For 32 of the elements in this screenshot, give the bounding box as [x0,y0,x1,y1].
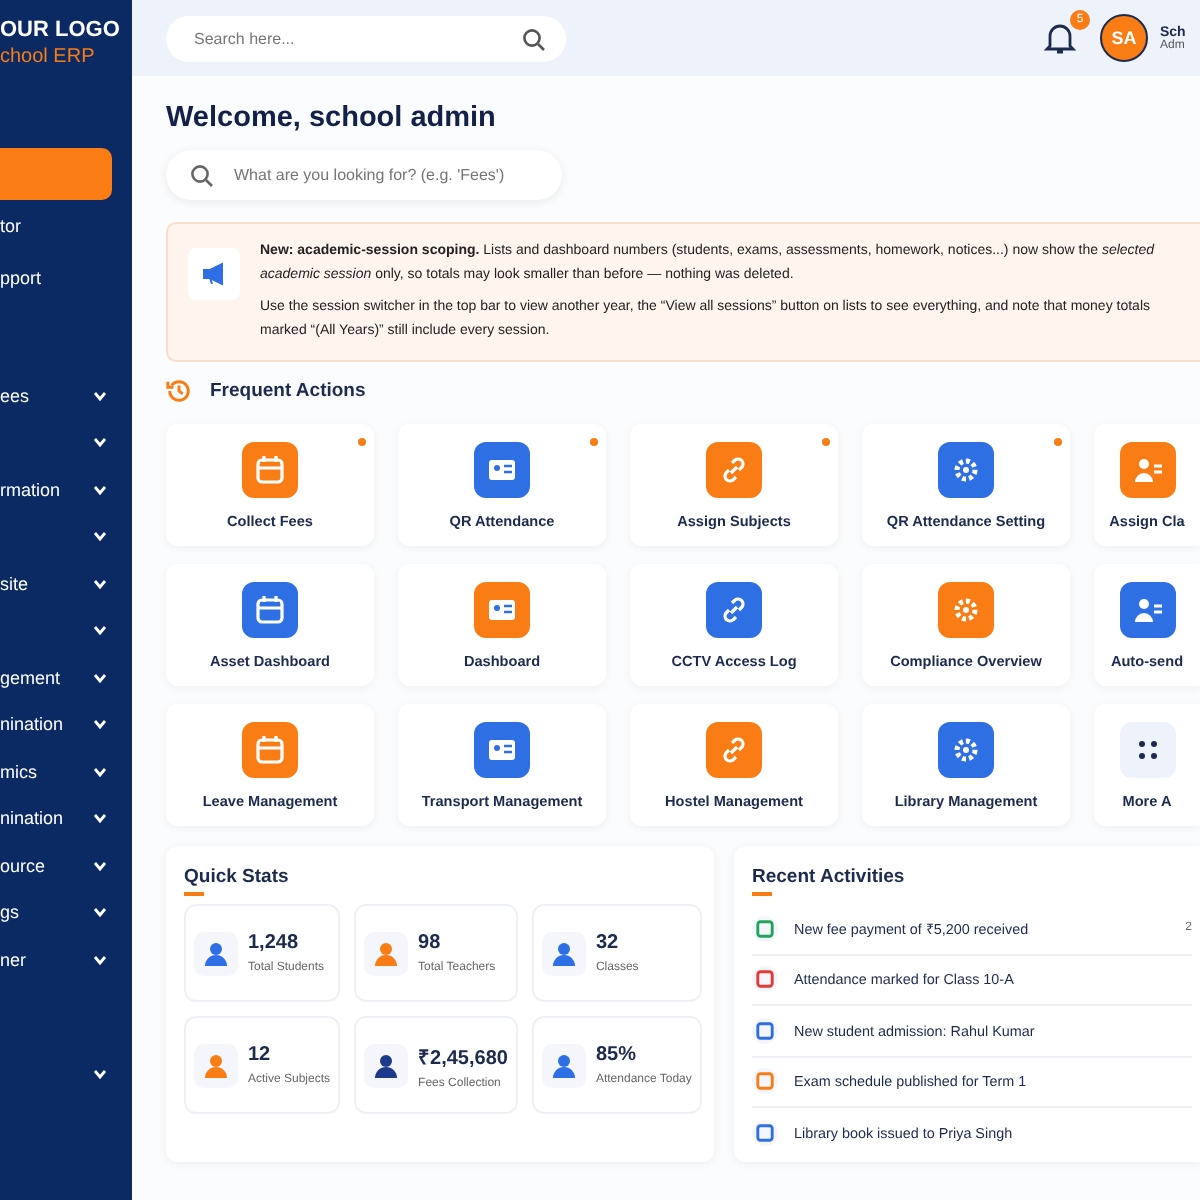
search-icon [190,164,214,188]
sidebar-item[interactable]: gs [0,889,132,936]
sidebar-item[interactable]: gement [0,654,132,701]
sidebar-item[interactable]: nination [0,701,132,748]
logo-subtitle: chool ERP [0,46,95,68]
stat-value: 1,248 [248,932,301,954]
stat-value: ₹2,45,680 [418,1045,508,1069]
sidebar-item[interactable]: site [0,560,132,607]
panel-title: Recent Activities [752,866,905,896]
search-field[interactable]: Search here... [166,15,566,61]
search-icon [522,27,546,51]
welcome-heading: Welcome, school admin [166,102,498,134]
megaphone-icon [188,248,240,300]
sidebar-item[interactable] [0,148,112,200]
sidebar-item[interactable]: ner [0,936,132,983]
stat-value: 98 [418,932,443,954]
panel-title: Quick Stats [184,866,289,896]
stat-value: 85% [595,1044,638,1066]
sidebar-item[interactable]: nination [0,795,132,842]
sidebar-item[interactable]: mics [0,748,132,795]
stat-value: 12 [248,1044,273,1066]
stat-value: 32 [595,932,621,954]
search-field[interactable]: What are you looking for? (e.g. 'Fees') [166,150,562,200]
bell-icon[interactable] [1042,20,1078,56]
sidebar-item[interactable]: ource [0,842,132,889]
sidebar-item[interactable]: tor [0,200,132,252]
sidebar-item[interactable]: ees [0,372,132,419]
logo-title: OUR LOGO [0,18,120,42]
sidebar-item[interactable]: rmation [0,466,132,513]
section-title: Frequent Actions [210,380,366,402]
history-icon [166,378,192,404]
sidebar-item[interactable]: pport [0,252,132,304]
